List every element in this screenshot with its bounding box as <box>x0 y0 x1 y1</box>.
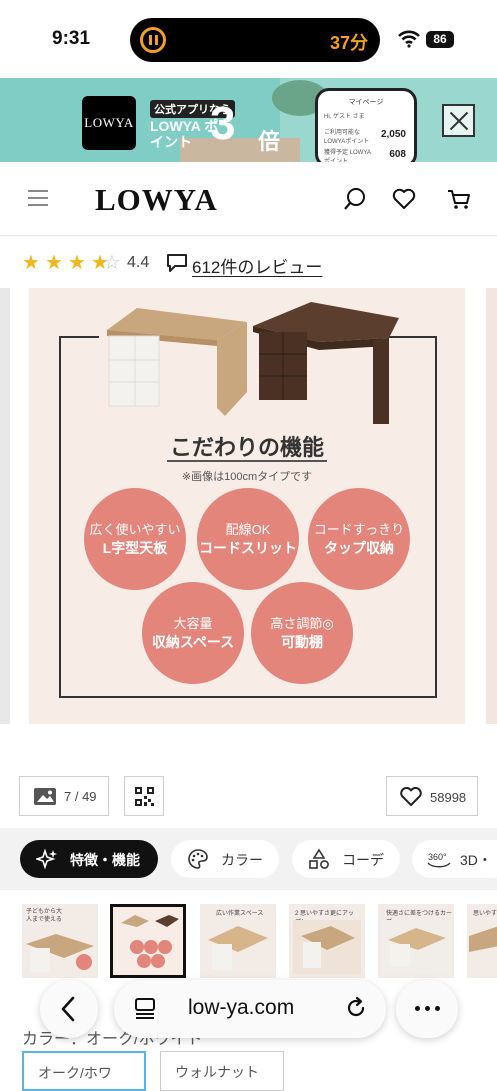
color-option[interactable]: オーク/ホワ <box>22 1051 146 1091</box>
thumbnail-selected[interactable] <box>110 904 186 978</box>
star-icon: ★ <box>22 252 40 274</box>
qr-code-icon <box>135 787 154 806</box>
tab-3d[interactable]: 360° 3D・ <box>412 840 497 878</box>
chevron-left-icon <box>61 996 75 1022</box>
star-icon: ★ <box>68 252 86 274</box>
review-link[interactable]: 612件のレビュー <box>192 253 322 278</box>
desk-oak-illustration <box>107 308 247 416</box>
pause-icon[interactable] <box>140 27 166 53</box>
phone-user: Hi, ゲスト さま <box>324 114 365 120</box>
360-icon: 360° <box>427 852 451 868</box>
app-promo-banner[interactable]: LOWYA 公式アプリなら LOWYA ポイント 3 倍 マイページ Hi, ゲ… <box>0 78 497 162</box>
status-bar: 9:31 37分 86 <box>0 0 497 78</box>
desk-walnut-illustration <box>253 302 399 424</box>
feature-circle: 広く使いやすい L字型天板 <box>84 488 186 590</box>
sparkle-icon <box>36 848 57 870</box>
banner-app-logo: LOWYA <box>82 96 136 150</box>
thumbnail[interactable]: 2 思いやすさ更にアップ！ <box>289 904 365 978</box>
phone-row2-value: 608 <box>389 149 406 160</box>
feature-divider <box>167 460 327 462</box>
thumbnail[interactable]: 思いやす <box>467 904 497 978</box>
tab-label: 3D・ <box>460 852 492 868</box>
battery-indicator: 86 <box>426 31 454 48</box>
phone-row2-label: 獲得予定 LOWYAポイント <box>324 150 371 162</box>
close-icon[interactable] <box>442 104 475 137</box>
banner-multiplier: 3 <box>210 97 236 149</box>
banner-suffix: 倍 <box>258 129 281 154</box>
rating-row: ★ ★ ★ ★ ☆ 4.4 612件のレビュー <box>0 246 497 280</box>
phone-row1-label: ご利用可能な LOWYAポイント <box>324 130 370 145</box>
image-icon <box>34 788 56 805</box>
thumbnail[interactable]: 子どもから大人まで使える <box>22 904 98 978</box>
search-icon[interactable] <box>342 186 368 212</box>
dynamic-island[interactable]: 37分 <box>130 18 380 62</box>
feature-circle: 配線OK コードスリット <box>197 488 299 590</box>
browser-toolbar: low-ya.com <box>40 980 468 1038</box>
favorite-button[interactable]: 58998 <box>386 776 478 816</box>
feature-title: こだわりの機能 <box>169 435 324 460</box>
feature-circle: コードすっきり タップ収納 <box>308 488 410 590</box>
rating-score: 4.4 <box>127 254 150 271</box>
feature-note: ※画像は100cmタイプです <box>181 471 313 483</box>
star-empty-icon: ☆ <box>103 252 121 274</box>
thumbnail-strip: 子どもから大人まで使える 広い作業スペース 2 思いやすさ更にアップ！ 快適さに… <box>0 898 497 982</box>
menu-icon[interactable] <box>28 190 48 206</box>
banner-text: 公式アプリなら LOWYA ポイント 3 倍 <box>140 94 290 154</box>
heart-icon[interactable] <box>391 186 417 212</box>
address-bar[interactable]: low-ya.com <box>114 980 386 1038</box>
palette-icon <box>188 849 208 869</box>
shapes-icon <box>309 848 329 869</box>
thumbnail[interactable]: 快適さに差をつけるカーブ <box>378 904 454 978</box>
tab-label: 特徴・機能 <box>70 852 140 868</box>
color-option[interactable]: ウォルナット <box>160 1051 284 1091</box>
tab-label: カラー <box>221 852 263 868</box>
timer-text: 37分 <box>329 33 368 53</box>
feature-circle: 大容量 収納スペース <box>142 582 244 684</box>
heart-icon <box>400 787 422 806</box>
cart-icon[interactable] <box>446 186 472 212</box>
product-main-image[interactable]: こだわりの機能 ※画像は100cmタイプです 広く使いやすい L字型天板 配線OK… <box>29 288 465 724</box>
more-options-icon[interactable] <box>396 980 458 1038</box>
reload-icon[interactable] <box>344 996 368 1020</box>
phone-row1-value: 2,050 <box>380 129 406 140</box>
feature-circle: 高さ調節◎ 可動棚 <box>251 582 353 684</box>
qr-button[interactable] <box>124 776 164 816</box>
tab-color[interactable]: カラー <box>171 840 279 878</box>
reader-icon[interactable] <box>134 997 156 1021</box>
tab-label: コーデ <box>342 852 384 868</box>
url-text: low-ya.com <box>188 996 295 1019</box>
back-button[interactable] <box>40 980 98 1038</box>
prev-image-peek[interactable] <box>0 288 10 724</box>
next-image-peek[interactable] <box>486 288 497 724</box>
star-icon: ★ <box>45 252 63 274</box>
tab-features[interactable]: 特徴・機能 <box>20 840 158 878</box>
wifi-icon <box>398 30 420 48</box>
speech-bubble-icon <box>167 254 187 272</box>
banner-phone-mockup: マイページ Hi, ゲスト さま ご利用可能な LOWYAポイント 2,050 … <box>315 88 417 162</box>
phone-title: マイページ <box>348 99 384 106</box>
gallery-button[interactable]: 7 / 49 <box>19 776 109 816</box>
site-logo[interactable]: LOWYA <box>95 182 218 218</box>
svg-text:360°: 360° <box>428 852 447 862</box>
tab-coordinate[interactable]: コーデ <box>292 840 400 878</box>
feature-tab-strip: 特徴・機能 カラー コーデ 360° 3D・ <box>0 828 497 890</box>
thumbnail[interactable]: 広い作業スペース <box>200 904 276 978</box>
gallery-count: 7 / 49 <box>64 789 97 804</box>
status-time: 9:31 <box>52 28 91 49</box>
site-header: LOWYA <box>0 162 497 236</box>
favorite-count: 58998 <box>430 790 467 805</box>
